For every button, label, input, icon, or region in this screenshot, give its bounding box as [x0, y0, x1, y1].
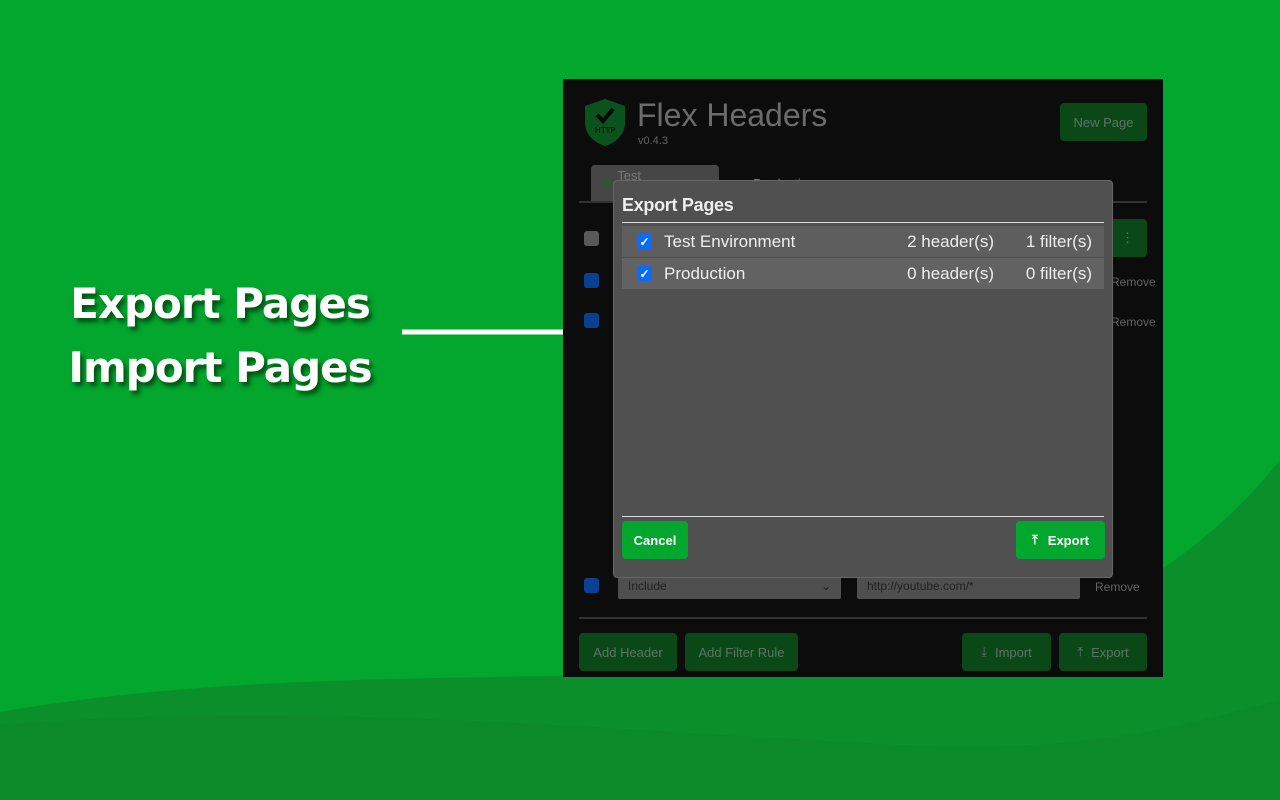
export-pages-dialog: Export Pages ✓ Test Environment 2 header…	[613, 180, 1113, 578]
remove-link[interactable]: Remove	[1111, 315, 1156, 329]
add-header-button[interactable]: Add Header	[579, 633, 677, 671]
page-checkbox[interactable]: ✓	[637, 266, 652, 281]
more-menu-button[interactable]: ⋮	[1108, 219, 1147, 257]
header-count: 0 header(s)	[907, 263, 994, 283]
page-checkbox[interactable]: ✓	[637, 234, 652, 249]
filter-mode-value: Include	[628, 579, 667, 593]
remove-link[interactable]: Remove	[1111, 275, 1156, 289]
remove-filter-link[interactable]: Remove	[1095, 580, 1140, 594]
power-icon: ⏻	[601, 175, 612, 190]
select-all-checkbox[interactable]	[584, 231, 599, 246]
shield-logo-icon: HTTP	[585, 99, 625, 146]
new-page-button[interactable]: New Page	[1060, 103, 1147, 141]
filter-checkbox[interactable]	[584, 578, 599, 593]
import-button[interactable]: ⤓ Import	[962, 633, 1051, 671]
export-label: Export	[1091, 644, 1129, 660]
page-name: Test Environment	[664, 231, 796, 251]
export-button[interactable]: ⤒ Export	[1059, 633, 1147, 671]
promo-line-export: Export Pages	[70, 279, 371, 328]
cancel-button[interactable]: Cancel	[622, 521, 688, 559]
download-icon: ⤓	[981, 644, 987, 659]
dialog-title: Export Pages	[622, 195, 734, 215]
filter-count: 0 filter(s)	[1025, 263, 1092, 283]
header-checkbox[interactable]	[584, 313, 599, 328]
export-confirm-label: Export	[1047, 532, 1089, 548]
promo-text: Export Pages Import Pages	[60, 272, 380, 400]
app-version: v0.4.3	[638, 135, 668, 147]
promo-line-import: Import Pages	[68, 343, 372, 392]
upload-icon: ⤒	[1077, 644, 1084, 659]
import-label: Import	[994, 644, 1032, 660]
upload-icon: ⤒	[1032, 532, 1038, 547]
page-row[interactable]: ✓ Test Environment 2 header(s) 1 filter(…	[622, 226, 1104, 257]
header-count: 2 header(s)	[907, 231, 994, 251]
header-checkbox[interactable]	[584, 273, 599, 288]
page-row[interactable]: ✓ Production 0 header(s) 0 filter(s)	[622, 258, 1104, 289]
app-title: Flex Headers	[637, 97, 828, 133]
export-confirm-button[interactable]: ⤒ Export	[1016, 521, 1105, 559]
page-name: Production	[664, 263, 746, 283]
chevron-down-icon: ⌄	[820, 579, 831, 593]
add-filter-rule-button[interactable]: Add Filter Rule	[685, 633, 798, 671]
svg-text:HTTP: HTTP	[595, 126, 616, 135]
filter-count: 1 filter(s)	[1025, 231, 1092, 251]
